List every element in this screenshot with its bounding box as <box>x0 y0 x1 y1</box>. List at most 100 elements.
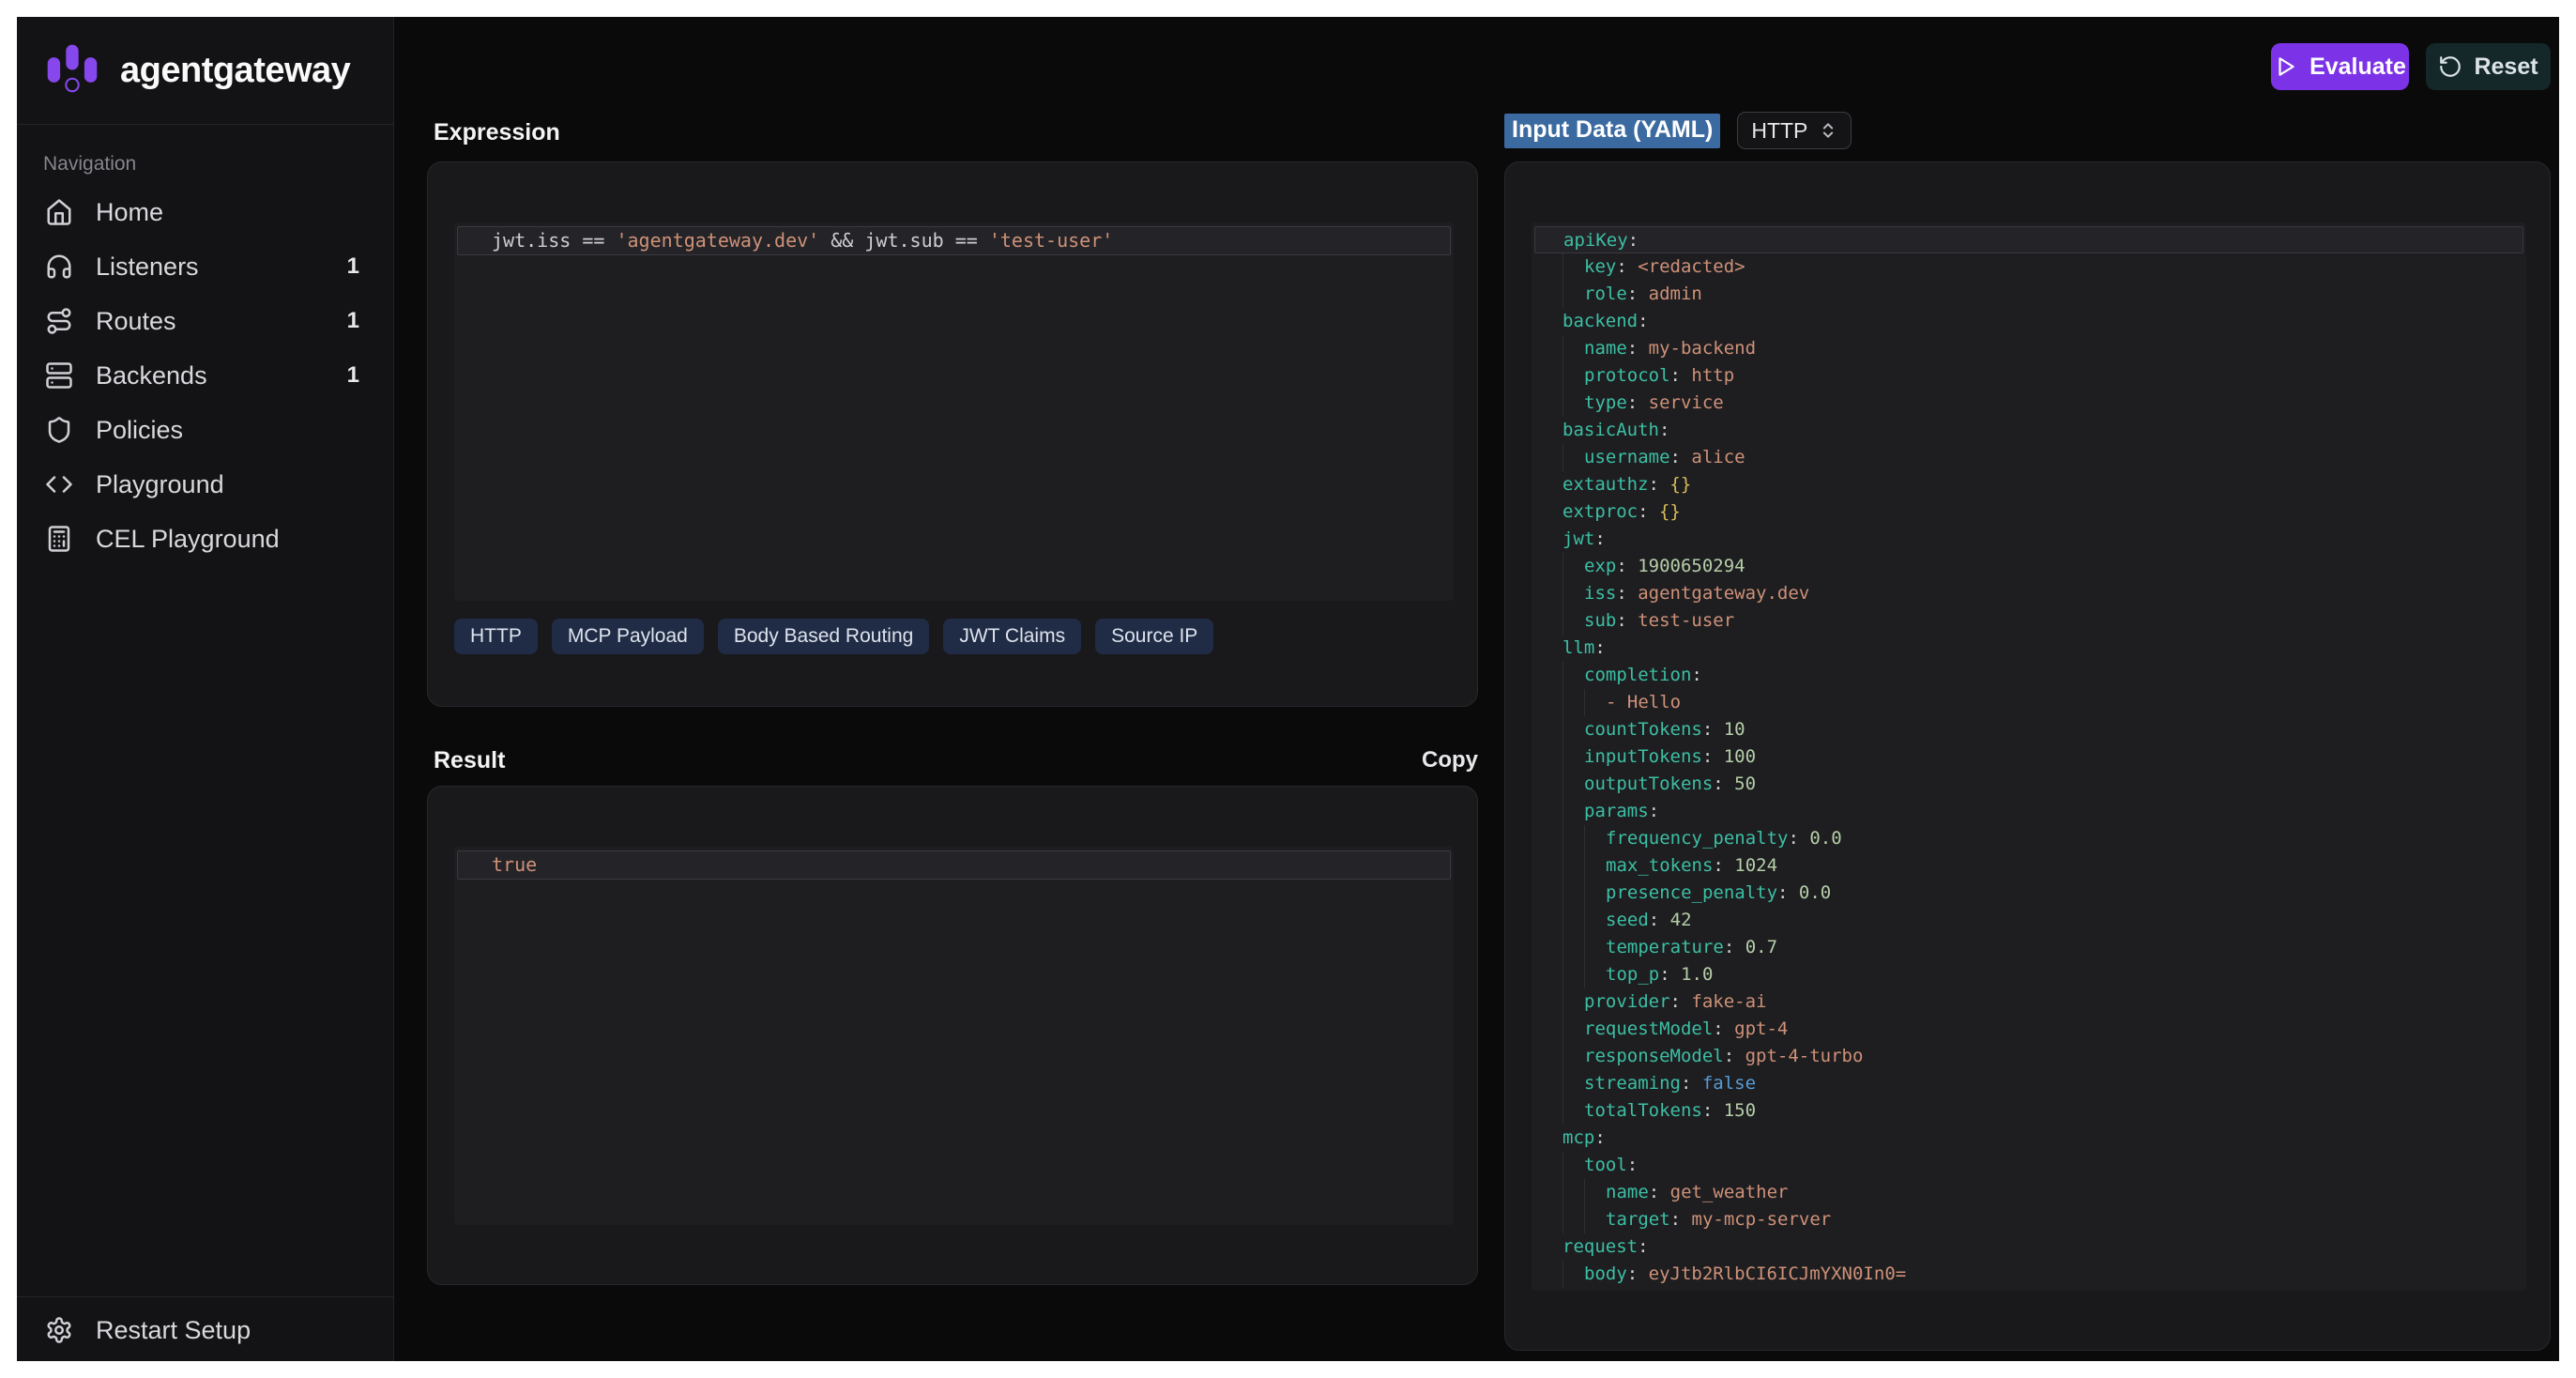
yaml-line: username: alice <box>1532 444 2526 471</box>
yaml-line: protocol: http <box>1532 362 2526 390</box>
yaml-colon: : <box>1627 281 1638 308</box>
sidebar-item-policies[interactable]: Policies <box>28 406 382 453</box>
yaml-line: body: eyJtb2RlbCI6ICJmYXN0In0= <box>1532 1261 2526 1288</box>
result-header: Result Copy <box>434 744 1478 776</box>
play-icon <box>2274 54 2298 79</box>
indent-guide <box>1562 825 1584 852</box>
sidebar-item-cel-playground[interactable]: CEL Playground <box>28 515 382 562</box>
code-token: && jwt.sub == <box>819 229 989 252</box>
example-tag-http[interactable]: HTTP <box>454 619 538 654</box>
example-tag-mcp-payload[interactable]: MCP Payload <box>552 619 704 654</box>
yaml-key: tool <box>1584 1152 1627 1179</box>
yaml-key: seed <box>1606 907 1649 934</box>
indent-guide <box>1562 390 1584 417</box>
copy-button[interactable]: Copy <box>1422 747 1478 773</box>
code-token: true <box>492 853 537 876</box>
yaml-key: basicAuth <box>1562 417 1659 444</box>
yaml-key: target <box>1606 1206 1670 1233</box>
evaluate-button[interactable]: Evaluate <box>2271 43 2409 90</box>
expression-editor[interactable]: jwt.iss == 'agentgateway.dev' && jwt.sub… <box>454 222 1454 601</box>
indent-guide <box>1584 961 1606 988</box>
yaml-key: top_p <box>1606 961 1659 988</box>
yaml-colon: : <box>1670 1206 1681 1233</box>
yaml-editor[interactable]: apiKey:key: <redacted>role: adminbackend… <box>1532 222 2526 1291</box>
yaml-value: agentgateway.dev <box>1627 580 1809 607</box>
sidebar-item-count-badge: 1 <box>347 362 365 389</box>
result-editor[interactable]: true <box>454 847 1454 1225</box>
app-title: agentgateway <box>120 51 350 91</box>
yaml-line: max_tokens: 1024 <box>1532 852 2526 880</box>
restart-setup-button[interactable]: Restart Setup <box>28 1307 382 1354</box>
example-tag-jwt-claims[interactable]: JWT Claims <box>943 619 1081 654</box>
input-type-value: HTTP <box>1751 118 1807 144</box>
expression-code-line[interactable]: jwt.iss == 'agentgateway.dev' && jwt.sub… <box>457 226 1451 255</box>
yaml-line: completion: <box>1532 662 2526 689</box>
yaml-colon: : <box>1713 852 1723 880</box>
yaml-key: type <box>1584 390 1627 417</box>
yaml-line: request: <box>1532 1233 2526 1261</box>
sidebar-item-listeners[interactable]: Listeners 1 <box>28 243 382 290</box>
yaml-value: http <box>1681 362 1734 390</box>
agentgateway-logo-icon <box>41 39 103 101</box>
yaml-colon: : <box>1638 1233 1648 1261</box>
sidebar-item-playground[interactable]: Playground <box>28 461 382 508</box>
yaml-colon: : <box>1616 607 1626 635</box>
yaml-colon: : <box>1670 362 1681 390</box>
yaml-colon: : <box>1594 526 1605 553</box>
yaml-colon: : <box>1649 907 1659 934</box>
indent-guide <box>1562 880 1584 907</box>
yaml-colon: : <box>1638 308 1648 335</box>
yaml-colon: : <box>1670 444 1681 471</box>
yaml-colon: : <box>1659 961 1669 988</box>
yaml-key: role <box>1584 281 1627 308</box>
example-tag-body-based-routing[interactable]: Body Based Routing <box>718 619 929 654</box>
yaml-value: 100 <box>1713 743 1756 771</box>
yaml-value: eyJtb2RlbCI6ICJmYXN0In0= <box>1638 1261 1906 1288</box>
example-tags: HTTP MCP Payload Body Based Routing JWT Cla… <box>454 619 1213 654</box>
sidebar-item-backends[interactable]: Backends1 <box>28 352 382 399</box>
logo[interactable]: agentgateway <box>17 17 393 125</box>
indent-guide <box>1562 743 1584 771</box>
yaml-key: protocol <box>1584 362 1670 390</box>
reset-button[interactable]: Reset <box>2426 43 2551 90</box>
yaml-line: target: my-mcp-server <box>1532 1206 2526 1233</box>
example-tag-source-ip[interactable]: Source IP <box>1095 619 1213 654</box>
yaml-key: backend <box>1562 308 1638 335</box>
yaml-key: params <box>1584 798 1649 825</box>
sidebar-item-routes[interactable]: Routes1 <box>28 298 382 344</box>
yaml-line: apiKey: <box>1534 226 2523 253</box>
yaml-value: test-user <box>1627 607 1734 635</box>
sidebar-item-home[interactable]: Home <box>28 189 382 236</box>
indent-guide <box>1562 852 1584 880</box>
indent-guide <box>1584 825 1606 852</box>
yaml-value: 0.0 <box>1788 880 1831 907</box>
yaml-colon: : <box>1628 227 1639 253</box>
yaml-colon: : <box>1691 662 1701 689</box>
sidebar-item-label: Routes <box>96 307 176 336</box>
yaml-key: exp <box>1584 553 1616 580</box>
yaml-key: temperature <box>1606 934 1724 961</box>
yaml-value: my-backend <box>1638 335 1756 362</box>
sidebar-item-label: Listeners <box>96 253 199 282</box>
sidebar-item-label: Policies <box>96 416 183 445</box>
expression-title: Expression <box>434 119 560 146</box>
yaml-colon: : <box>1713 771 1723 798</box>
rotate-ccw-icon <box>2438 54 2462 79</box>
yaml-line: extproc: {} <box>1532 498 2526 526</box>
yaml-value: 0.0 <box>1799 825 1842 852</box>
yaml-colon: : <box>1702 716 1713 743</box>
indent-guide <box>1562 281 1584 308</box>
indent-guide <box>1584 934 1606 961</box>
yaml-line: type: service <box>1532 390 2526 417</box>
yaml-value: fake-ai <box>1681 988 1767 1016</box>
shield-icon <box>45 416 73 444</box>
indent-guide <box>1562 662 1584 689</box>
sidebar-item-count-badge: 1 <box>347 253 365 280</box>
yaml-key: jwt <box>1562 526 1594 553</box>
code-token: 'test-user' <box>989 229 1113 252</box>
restart-setup-label: Restart Setup <box>96 1316 251 1345</box>
yaml-line: inputTokens: 100 <box>1532 743 2526 771</box>
code-icon <box>45 470 73 498</box>
input-type-select[interactable]: HTTP <box>1737 112 1852 149</box>
indent-guide <box>1562 689 1584 716</box>
